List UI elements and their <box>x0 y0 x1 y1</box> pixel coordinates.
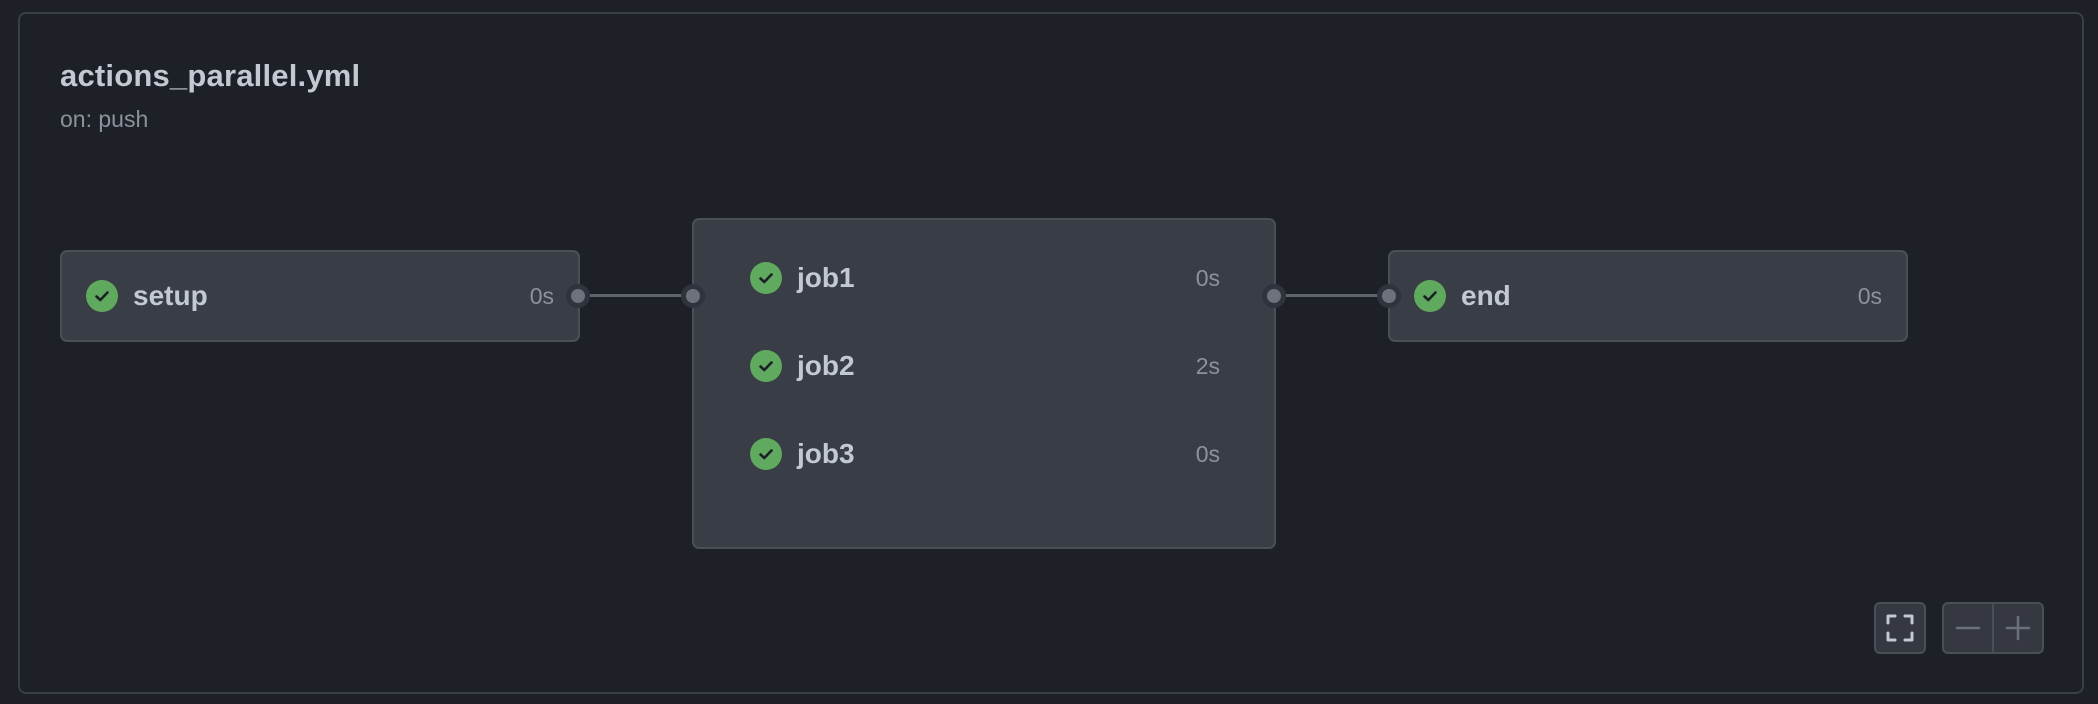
zoom-controls <box>1942 602 2044 654</box>
job-name: job3 <box>797 438 855 469</box>
connection-port <box>566 284 590 308</box>
fullscreen-icon <box>1886 614 1914 642</box>
job-group-parallel: job1 0s job2 2s job3 0s <box>692 218 1276 549</box>
connector-setup-to-matrix <box>586 294 692 297</box>
workflow-trigger: on: push <box>60 106 149 132</box>
connection-port <box>1377 284 1401 308</box>
success-check-icon <box>750 350 782 382</box>
zoom-in-button[interactable] <box>1994 604 2042 652</box>
job-name: job2 <box>797 350 855 381</box>
zoom-out-button[interactable] <box>1944 604 1992 652</box>
job-name: setup <box>133 280 208 311</box>
job-name: end <box>1461 280 1511 311</box>
connection-port <box>1262 284 1286 308</box>
job-item-job1[interactable]: job1 0s <box>694 250 1274 306</box>
job-duration: 0s <box>1195 441 1220 467</box>
job-item-job3[interactable]: job3 0s <box>694 426 1274 482</box>
minus-icon <box>1955 626 1981 630</box>
fullscreen-button[interactable] <box>1874 602 1926 654</box>
job-duration: 0s <box>1195 265 1220 291</box>
job-duration: 0s <box>529 283 554 309</box>
job-duration: 2s <box>1195 353 1220 379</box>
plus-icon <box>2005 615 2031 641</box>
success-check-icon <box>1414 280 1446 312</box>
job-duration: 0s <box>1857 283 1882 309</box>
success-check-icon <box>86 280 118 312</box>
success-check-icon <box>750 438 782 470</box>
job-name: job1 <box>797 262 855 293</box>
connector-matrix-to-end <box>1282 294 1388 297</box>
success-check-icon <box>750 262 782 294</box>
connection-port <box>681 284 705 308</box>
job-node-setup[interactable]: setup 0s <box>60 250 580 342</box>
job-item-job2[interactable]: job2 2s <box>694 338 1274 394</box>
job-node-end[interactable]: end 0s <box>1388 250 1908 342</box>
workflow-title: actions_parallel.yml <box>60 58 361 93</box>
